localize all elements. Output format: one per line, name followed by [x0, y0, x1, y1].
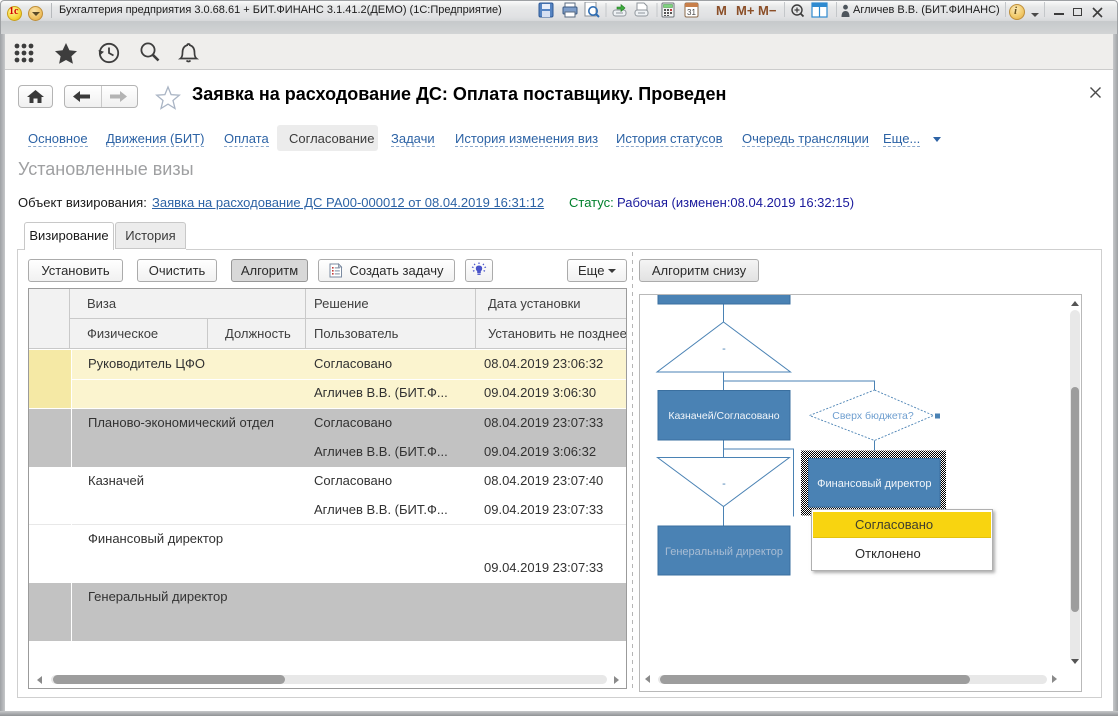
svg-text:Казначей/Согласовано: Казначей/Согласовано: [668, 410, 779, 422]
svg-text:-: -: [722, 343, 726, 355]
svg-text:Генеральный директор: Генеральный директор: [665, 546, 783, 558]
svg-text:Сверх бюджета?: Сверх бюджета?: [832, 410, 914, 422]
svg-text:31: 31: [687, 8, 696, 17]
svg-text:Финансовый директор: Финансовый директор: [817, 478, 931, 490]
svg-text:-: -: [722, 478, 726, 490]
